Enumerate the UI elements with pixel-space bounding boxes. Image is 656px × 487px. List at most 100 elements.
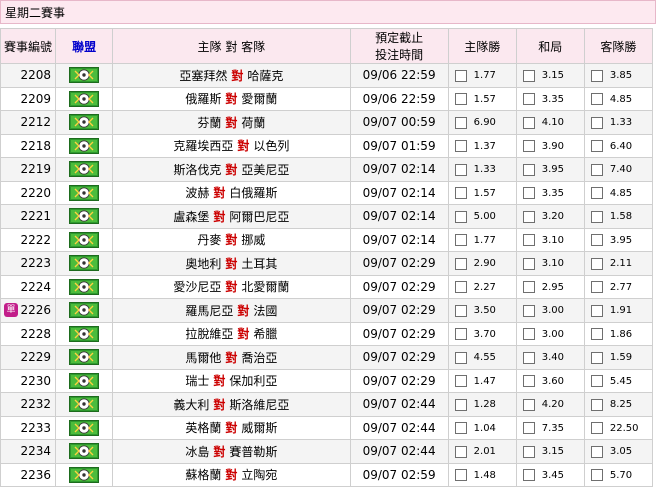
draw-checkbox[interactable] xyxy=(522,187,535,200)
draw-checkbox[interactable] xyxy=(522,210,535,223)
soccer-league-icon[interactable] xyxy=(69,419,100,436)
away-win-cell: 1.86 xyxy=(583,321,654,346)
away-win-checkbox[interactable] xyxy=(590,234,603,247)
home-win-checkbox[interactable] xyxy=(454,93,467,106)
away-win-checkbox[interactable] xyxy=(590,257,603,270)
home-win-checkbox[interactable] xyxy=(454,257,467,270)
home-win-cell: 1.48 xyxy=(447,462,517,487)
away-team: 荷蘭 xyxy=(241,115,266,130)
home-win-checkbox[interactable] xyxy=(454,375,467,388)
home-win-checkbox[interactable] xyxy=(454,234,467,247)
away-win-odds: 1.86 xyxy=(609,328,633,340)
soccer-league-icon[interactable] xyxy=(69,67,100,84)
away-win-checkbox[interactable] xyxy=(590,210,603,223)
home-win-checkbox[interactable] xyxy=(454,187,467,200)
away-win-checkbox[interactable] xyxy=(590,351,603,364)
home-win-cell: 1.37 xyxy=(447,133,517,158)
away-win-checkbox[interactable] xyxy=(590,398,603,411)
home-win-checkbox[interactable] xyxy=(454,281,467,294)
soccer-league-icon[interactable] xyxy=(69,278,100,295)
away-win-checkbox[interactable] xyxy=(590,69,603,82)
home-win-checkbox[interactable] xyxy=(454,210,467,223)
home-win-odds: 1.57 xyxy=(473,93,496,105)
soccer-league-icon[interactable] xyxy=(69,184,100,201)
draw-checkbox[interactable] xyxy=(522,281,535,294)
away-win-checkbox[interactable] xyxy=(590,140,603,153)
home-win-cell: 2.27 xyxy=(447,274,517,299)
match-no: 2221 xyxy=(20,209,52,224)
home-team: 冰島 xyxy=(185,444,210,459)
away-win-checkbox[interactable] xyxy=(590,422,603,435)
home-win-cell: 3.50 xyxy=(447,298,517,323)
home-win-odds: 1.28 xyxy=(473,399,496,411)
vs-label: 對 xyxy=(225,115,238,130)
league-cell xyxy=(55,274,114,299)
away-win-checkbox[interactable] xyxy=(590,187,603,200)
col-header-league[interactable]: 聯盟 xyxy=(55,28,114,64)
draw-checkbox[interactable] xyxy=(522,398,535,411)
home-win-checkbox[interactable] xyxy=(454,163,467,176)
teams-cell: 奧地利對土耳其 xyxy=(112,251,351,276)
draw-checkbox[interactable] xyxy=(522,93,535,106)
away-win-checkbox[interactable] xyxy=(590,281,603,294)
home-win-odds: 4.55 xyxy=(473,352,496,364)
home-win-checkbox[interactable] xyxy=(454,328,467,341)
home-win-checkbox[interactable] xyxy=(454,445,467,458)
draw-checkbox[interactable] xyxy=(522,257,535,270)
away-win-checkbox[interactable] xyxy=(590,375,603,388)
soccer-league-icon[interactable] xyxy=(69,114,100,131)
away-win-cell: 7.40 xyxy=(583,157,654,182)
draw-checkbox[interactable] xyxy=(522,163,535,176)
away-win-cell: 1.91 xyxy=(583,298,654,323)
draw-checkbox[interactable] xyxy=(522,375,535,388)
draw-checkbox[interactable] xyxy=(522,234,535,247)
soccer-league-icon[interactable] xyxy=(69,443,100,460)
away-win-checkbox[interactable] xyxy=(590,116,603,129)
home-win-odds: 1.33 xyxy=(473,164,496,176)
soccer-league-icon[interactable] xyxy=(69,325,100,342)
home-win-checkbox[interactable] xyxy=(454,422,467,435)
away-team: 白俄羅斯 xyxy=(229,186,278,201)
away-win-checkbox[interactable] xyxy=(590,328,603,341)
soccer-league-icon[interactable] xyxy=(69,161,100,178)
draw-checkbox[interactable] xyxy=(522,351,535,364)
home-win-checkbox[interactable] xyxy=(454,140,467,153)
home-win-checkbox[interactable] xyxy=(454,398,467,411)
soccer-league-icon[interactable] xyxy=(69,231,100,248)
soccer-league-icon[interactable] xyxy=(69,137,100,154)
draw-checkbox[interactable] xyxy=(522,445,535,458)
home-win-checkbox[interactable] xyxy=(454,351,467,364)
match-no-cell: 2212 xyxy=(0,110,57,135)
draw-checkbox[interactable] xyxy=(522,140,535,153)
draw-checkbox[interactable] xyxy=(522,116,535,129)
away-win-cell: 3.85 xyxy=(583,63,654,88)
draw-checkbox[interactable] xyxy=(522,69,535,82)
vs-label: 對 xyxy=(225,92,238,107)
home-team: 亞塞拜然 xyxy=(179,68,228,83)
home-win-checkbox[interactable] xyxy=(454,116,467,129)
home-win-checkbox[interactable] xyxy=(454,469,467,482)
soccer-league-icon[interactable] xyxy=(69,466,100,483)
soccer-league-icon[interactable] xyxy=(69,396,100,413)
soccer-league-icon[interactable] xyxy=(69,255,100,272)
table-row: 2208 亞塞拜然對哈薩克 09/06 22:59 1.77 3.15 3.85 xyxy=(0,63,654,88)
soccer-league-icon[interactable] xyxy=(69,90,100,107)
away-win-checkbox[interactable] xyxy=(590,163,603,176)
draw-checkbox[interactable] xyxy=(522,469,535,482)
home-win-checkbox[interactable] xyxy=(454,69,467,82)
teams-cell: 拉脫維亞對希臘 xyxy=(112,321,351,346)
away-win-checkbox[interactable] xyxy=(590,445,603,458)
away-win-cell: 1.33 xyxy=(583,110,654,135)
soccer-league-icon[interactable] xyxy=(69,302,100,319)
soccer-league-icon[interactable] xyxy=(69,372,100,389)
away-win-checkbox[interactable] xyxy=(590,304,603,317)
away-win-checkbox[interactable] xyxy=(590,469,603,482)
draw-checkbox[interactable] xyxy=(522,304,535,317)
draw-checkbox[interactable] xyxy=(522,422,535,435)
soccer-league-icon[interactable] xyxy=(69,208,100,225)
home-win-checkbox[interactable] xyxy=(454,304,467,317)
away-win-checkbox[interactable] xyxy=(590,93,603,106)
draw-checkbox[interactable] xyxy=(522,328,535,341)
soccer-league-icon[interactable] xyxy=(69,349,100,366)
league-cell xyxy=(55,227,114,252)
